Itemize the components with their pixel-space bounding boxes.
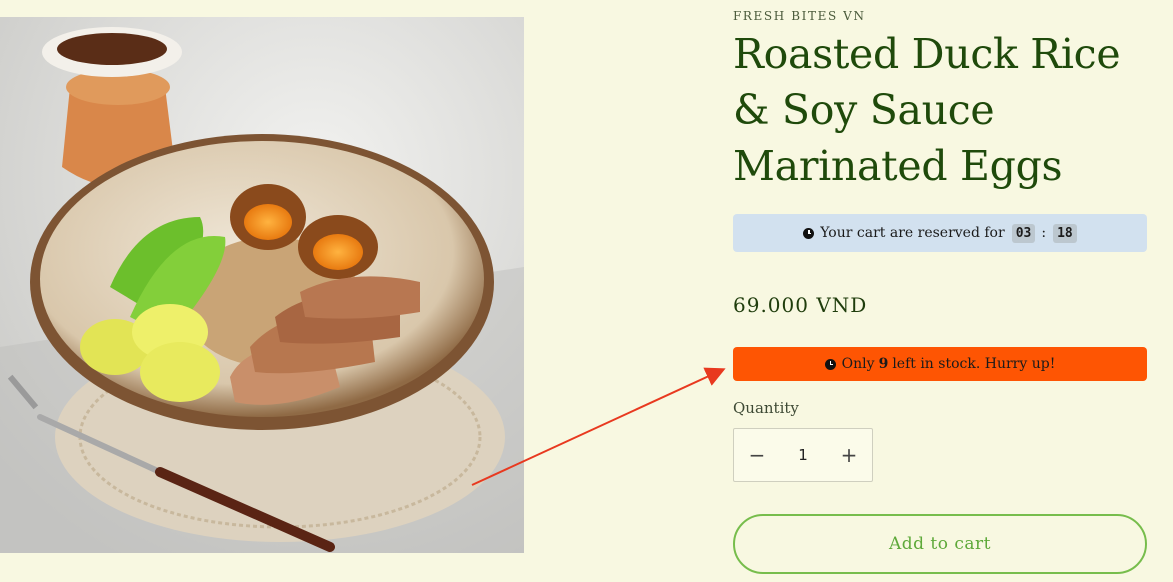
- cart-reservation-banner: Your cart are reserved for 03 : 18: [733, 214, 1147, 252]
- quantity-label: Quantity: [733, 399, 799, 417]
- quantity-input[interactable]: [781, 445, 825, 465]
- product-price: 69.000 VND: [733, 293, 868, 317]
- stock-count: 9: [878, 356, 889, 372]
- product-image[interactable]: [0, 17, 524, 553]
- stock-suffix: left in stock. Hurry up!: [892, 356, 1056, 372]
- add-to-cart-button[interactable]: Add to cart: [733, 514, 1147, 574]
- stock-prefix: Only: [841, 356, 875, 372]
- quantity-increment-button[interactable]: +: [826, 429, 872, 481]
- clock-icon: [803, 227, 815, 239]
- reservation-text: Your cart are reserved for: [820, 225, 1005, 241]
- low-stock-banner: Only 9 left in stock. Hurry up!: [733, 347, 1147, 381]
- timer-minutes: 03: [1011, 223, 1036, 243]
- clock-icon: [824, 358, 836, 370]
- quantity-stepper: − +: [733, 428, 873, 482]
- quantity-decrement-button[interactable]: −: [734, 429, 780, 481]
- vendor-name: FRESH BITES VN: [733, 9, 866, 23]
- product-photo: [0, 17, 524, 553]
- timer-separator: :: [1041, 225, 1047, 241]
- timer-seconds: 18: [1053, 223, 1077, 243]
- product-title: Roasted Duck Rice & Soy Sauce Marinated …: [733, 30, 1121, 190]
